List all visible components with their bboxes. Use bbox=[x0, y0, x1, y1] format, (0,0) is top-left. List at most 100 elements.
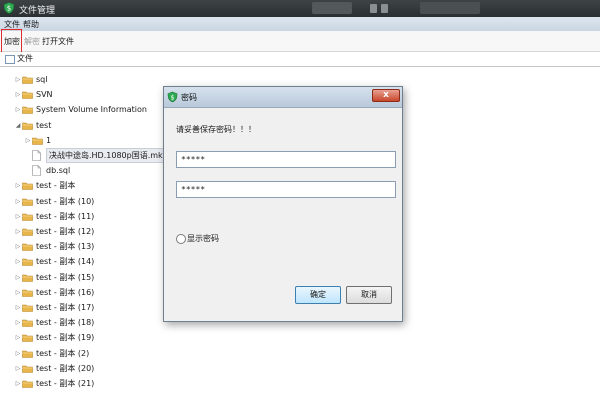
collapsed-arrow-icon[interactable]: ▷ bbox=[14, 73, 22, 87]
tree-folder-item[interactable]: ▷ test - 副本 (2) bbox=[14, 347, 174, 361]
file-tree: ▷ sql ▷ SVN ▷ System Volume Information ◢ test ▷… bbox=[0, 66, 171, 400]
tree-folder-item[interactable]: ▷ test - 副本 (12) bbox=[14, 225, 174, 239]
tree-item-label: test - 副本 (21) bbox=[36, 379, 95, 388]
folder-icon bbox=[22, 304, 33, 312]
collapsed-arrow-icon[interactable]: ▷ bbox=[14, 377, 22, 391]
tree-folder-item[interactable]: ▷ test - 副本 (18) bbox=[14, 316, 174, 330]
show-password-radio[interactable] bbox=[176, 234, 186, 244]
close-button[interactable]: x bbox=[372, 89, 400, 102]
collapsed-arrow-icon[interactable]: ▷ bbox=[14, 286, 22, 300]
file-icon bbox=[32, 165, 41, 176]
decrypt-button[interactable]: 解密 bbox=[24, 36, 40, 47]
tree-item-label: test - 副本 (13) bbox=[36, 242, 95, 252]
window-title: 文件管理 bbox=[19, 6, 56, 16]
tree-folder-item[interactable]: ▷ test - 副本 (14) bbox=[14, 255, 174, 269]
collapsed-arrow-icon[interactable]: ▷ bbox=[24, 134, 32, 148]
folder-icon bbox=[22, 259, 33, 267]
dialog-title-bar[interactable]: $ 密码 x bbox=[164, 87, 402, 108]
tree-folder-item[interactable]: ▷ test - 副本 (15) bbox=[14, 271, 174, 285]
tree-item-label: test - 副本 (19) bbox=[36, 333, 95, 343]
shield-icon: $ bbox=[167, 91, 178, 103]
tree-item-label: test - 副本 (17) bbox=[36, 303, 95, 312]
collapsed-arrow-icon[interactable]: ▷ bbox=[14, 347, 22, 361]
folder-icon bbox=[22, 365, 33, 373]
tree-folder-item[interactable]: ▷ test - 副本 bbox=[14, 179, 174, 193]
tree-item-label: test - 副本 (10) bbox=[36, 196, 95, 206]
tree-item-label: 决战中途岛.HD.1080p国语.mkv bbox=[46, 148, 171, 163]
tree-folder-item[interactable]: ▷ test - 副本 (21) bbox=[14, 377, 174, 391]
tree-folder-item[interactable]: ▷ test - 副本 (17) bbox=[14, 301, 174, 315]
folder-icon bbox=[22, 76, 33, 84]
tree-folder-item[interactable]: ▷ System Volume Information bbox=[14, 103, 174, 117]
collapsed-arrow-icon[interactable]: ▷ bbox=[14, 103, 22, 117]
folder-icon bbox=[22, 213, 33, 221]
taskbar-blur bbox=[312, 2, 352, 14]
collapsed-arrow-icon[interactable]: ▷ bbox=[14, 331, 22, 345]
tree-item-label: test - 副本 (11) bbox=[36, 211, 95, 221]
folder-icon bbox=[22, 335, 33, 343]
folder-icon bbox=[22, 289, 33, 297]
collapsed-arrow-icon[interactable]: ▷ bbox=[14, 225, 22, 239]
dialog-body: 请妥善保存密码！！！ ***** ***** 显示密码 确定 取消 bbox=[168, 108, 398, 318]
folder-icon bbox=[22, 122, 33, 130]
folder-icon bbox=[22, 183, 33, 191]
tree-folder-item[interactable]: ▷ test - 副本 (19) bbox=[14, 331, 174, 345]
tab-label: 文件 bbox=[17, 54, 33, 63]
collapsed-arrow-icon[interactable]: ▷ bbox=[14, 210, 22, 224]
tree-folder-item[interactable]: ▷ test - 副本 (13) bbox=[14, 240, 174, 254]
folder-icon bbox=[22, 350, 33, 358]
tab-strip: 文件 bbox=[0, 52, 600, 67]
menu-help[interactable]: 帮助 bbox=[23, 19, 39, 30]
tree-item-label: test - 副本 (20) bbox=[36, 363, 95, 373]
tree-folder-item[interactable]: ▷ 1 bbox=[24, 134, 184, 148]
open-file-button[interactable]: 打开文件 bbox=[42, 36, 74, 47]
tab-file[interactable]: 文件 bbox=[3, 53, 35, 65]
folder-icon bbox=[22, 228, 33, 236]
tree-folder-item[interactable]: ▷ test - 副本 (10) bbox=[14, 195, 174, 209]
tree-item-label: System Volume Information bbox=[36, 105, 147, 115]
taskbar-glyph bbox=[381, 4, 388, 13]
tree-folder-item[interactable]: ▷ SVN bbox=[14, 88, 174, 102]
collapsed-arrow-icon[interactable]: ▷ bbox=[14, 179, 22, 193]
cancel-button[interactable]: 取消 bbox=[346, 286, 392, 304]
password-field[interactable]: ***** bbox=[176, 151, 396, 168]
tree-folder-item[interactable]: ◢ test bbox=[14, 119, 174, 133]
folder-icon bbox=[22, 319, 33, 327]
tree-item-label: test - 副本 (15) bbox=[36, 272, 95, 282]
tree-folder-item[interactable]: ▷ sql bbox=[14, 73, 174, 87]
tree-item-label: 1 bbox=[46, 135, 52, 145]
window-title-bar: $ 文件管理 bbox=[0, 0, 600, 17]
toolbar: 加密 解密 打开文件 bbox=[0, 31, 600, 52]
collapsed-arrow-icon[interactable]: ▷ bbox=[14, 240, 22, 254]
tree-file-item[interactable]: 决战中途岛.HD.1080p国语.mkv bbox=[24, 148, 184, 163]
folder-icon bbox=[22, 91, 33, 99]
expanded-arrow-icon[interactable]: ◢ bbox=[14, 119, 22, 133]
collapsed-arrow-icon[interactable]: ▷ bbox=[14, 316, 22, 330]
show-password-label: 显示密码 bbox=[187, 234, 219, 243]
window-icon bbox=[5, 55, 15, 64]
tree-folder-item[interactable]: ▷ test - 副本 (20) bbox=[14, 362, 174, 376]
tree-item-label: SVN bbox=[36, 90, 53, 100]
ok-button[interactable]: 确定 bbox=[295, 286, 341, 304]
confirm-password-field[interactable]: ***** bbox=[176, 181, 396, 198]
tree-item-label: test - 副本 (2) bbox=[36, 348, 90, 358]
shield-icon: $ bbox=[3, 2, 15, 14]
collapsed-arrow-icon[interactable]: ▷ bbox=[14, 195, 22, 209]
collapsed-arrow-icon[interactable]: ▷ bbox=[14, 255, 22, 269]
tree-folder-item[interactable]: ▷ test - 副本 (11) bbox=[14, 210, 174, 224]
collapsed-arrow-icon[interactable]: ▷ bbox=[14, 362, 22, 376]
tree-item-label: test - 副本 (18) bbox=[36, 318, 95, 328]
collapsed-arrow-icon[interactable]: ▷ bbox=[14, 88, 22, 102]
collapsed-arrow-icon[interactable]: ▷ bbox=[14, 301, 22, 315]
menu-bar: 文件 帮助 bbox=[0, 17, 600, 32]
tree-item-label: db.sql bbox=[46, 166, 71, 176]
collapsed-arrow-icon[interactable]: ▷ bbox=[14, 271, 22, 285]
tree-file-item[interactable]: db.sql bbox=[24, 164, 184, 178]
tree-item-label: test - 副本 bbox=[36, 181, 76, 191]
folder-icon bbox=[22, 380, 33, 388]
tree-item-label: test bbox=[36, 120, 52, 130]
dialog-prompt: 请妥善保存密码！！！ bbox=[176, 125, 256, 134]
password-dialog: $ 密码 x 请妥善保存密码！！！ ***** ***** 显示密码 确定 取消 bbox=[163, 86, 403, 322]
tree-folder-item[interactable]: ▷ test - 副本 (16) bbox=[14, 286, 174, 300]
tree-item-label: sql bbox=[36, 75, 48, 84]
